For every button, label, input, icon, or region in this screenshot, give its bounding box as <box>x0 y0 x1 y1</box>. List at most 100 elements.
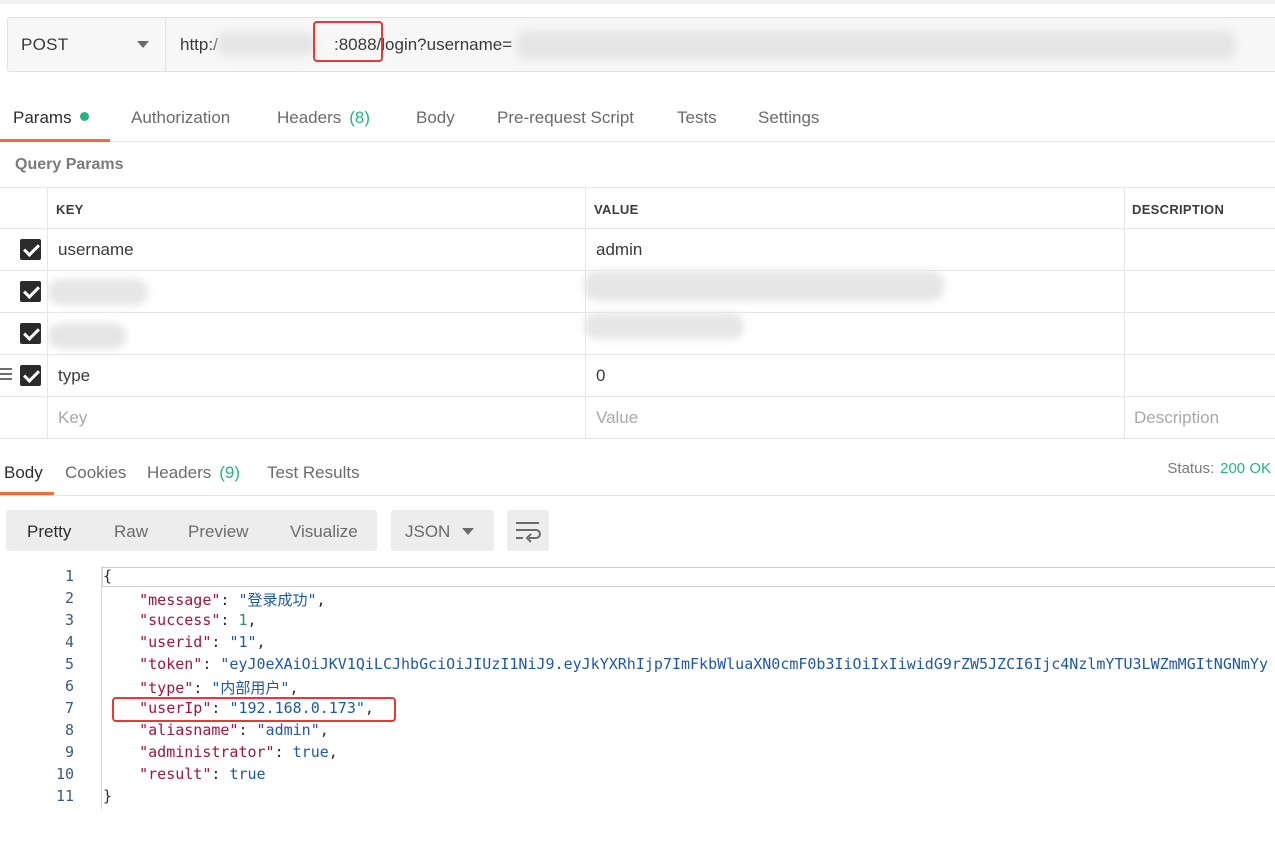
redacted-value <box>584 313 744 339</box>
row-checkbox[interactable] <box>20 281 41 302</box>
line-number: 11 <box>55 787 74 805</box>
table-row <box>0 313 1275 355</box>
code-line: "userid": "1", <box>139 633 266 651</box>
method-select[interactable]: POST <box>8 18 166 71</box>
wrap-lines-icon <box>516 522 541 543</box>
line-number: 4 <box>64 633 74 651</box>
view-pretty[interactable]: Pretty <box>27 522 71 542</box>
response-tabs: Body Cookies Headers (9) Test Results <box>0 448 1275 496</box>
code-line: "message": "登录成功", <box>139 591 326 609</box>
json-value: "eyJ0eXAiOiJKV1QiLCJhbGciOiJIUzI1NiJ9.ey… <box>220 655 1268 673</box>
param-value[interactable]: admin <box>596 240 642 260</box>
request-bar: POST http:/ :8088/login?username= <box>7 17 1275 72</box>
view-mode-group: Pretty Raw Preview Visualize <box>6 510 377 551</box>
code-line: "type": "内部用户", <box>139 679 299 697</box>
line-number: 8 <box>64 721 74 739</box>
url-prefix: http:/ <box>180 35 218 54</box>
chevron-down-icon <box>137 41 149 48</box>
line-number: 3 <box>64 611 74 629</box>
view-raw[interactable]: Raw <box>114 522 148 542</box>
active-dot-icon <box>79 112 89 121</box>
redacted-key <box>48 279 148 305</box>
top-divider <box>0 0 1275 4</box>
port-highlight <box>313 21 383 62</box>
line-number: 9 <box>64 743 74 761</box>
json-value: "1" <box>229 633 257 651</box>
header-key: KEY <box>56 202 84 217</box>
redacted-host <box>216 32 316 56</box>
tab-pre-request-script[interactable]: Pre-request Script <box>497 108 634 128</box>
line-number: 10 <box>55 765 74 783</box>
request-tabs: Params Authorization Headers (8) Body Pre… <box>0 96 1275 142</box>
param-key[interactable]: type <box>58 366 90 386</box>
value-placeholder[interactable]: Value <box>596 408 638 428</box>
column-divider <box>47 187 48 439</box>
code-gutter-divider <box>101 566 102 809</box>
description-placeholder[interactable]: Description <box>1134 408 1219 428</box>
column-divider <box>1124 187 1125 439</box>
tab-cookies[interactable]: Cookies <box>65 463 126 483</box>
chevron-down-icon <box>462 528 474 535</box>
json-key: "userid" <box>139 633 212 651</box>
code-line: "result": true <box>139 765 266 783</box>
new-param-row: Key Value Description <box>0 397 1275 439</box>
row-checkbox[interactable] <box>20 239 41 260</box>
code-line: } <box>103 787 113 805</box>
json-value: true <box>229 765 266 783</box>
tab-params[interactable]: Params <box>13 108 89 128</box>
json-key: "success" <box>139 611 221 629</box>
tab-headers[interactable]: Headers (8) <box>277 108 370 128</box>
active-tab-indicator <box>0 139 110 142</box>
format-label: JSON <box>405 522 451 541</box>
status-badge: Status: 200 OK <box>1167 460 1271 477</box>
code-line: "token": "eyJ0eXAiOiJKV1QiLCJhbGciOiJIUz… <box>139 655 1268 673</box>
row-checkbox[interactable] <box>20 365 41 386</box>
redacted-value <box>584 271 944 301</box>
query-params-title: Query Params <box>15 156 124 173</box>
current-line-highlight <box>102 567 1275 587</box>
header-value: VALUE <box>594 202 639 217</box>
line-number: 7 <box>64 699 74 717</box>
key-placeholder[interactable]: Key <box>58 408 87 428</box>
drag-handle-icon[interactable] <box>0 368 12 382</box>
json-value: "登录成功" <box>238 591 317 609</box>
param-value[interactable]: 0 <box>596 366 605 386</box>
tab-authorization[interactable]: Authorization <box>131 108 230 128</box>
code-line: "success": 1, <box>139 611 257 629</box>
code-line: { <box>103 567 113 585</box>
table-row: username admin <box>0 229 1275 271</box>
json-value: true <box>292 743 329 761</box>
redacted-query <box>516 30 1236 60</box>
code-line: "administrator": true, <box>139 743 338 761</box>
json-key: "administrator" <box>139 743 275 761</box>
view-preview[interactable]: Preview <box>188 522 248 542</box>
tab-body[interactable]: Body <box>416 108 455 128</box>
userip-highlight <box>112 697 396 722</box>
param-key[interactable]: username <box>58 240 134 260</box>
table-row: type 0 <box>0 355 1275 397</box>
json-key: "message" <box>139 591 221 609</box>
active-response-tab-indicator <box>0 492 54 495</box>
json-value: "admin" <box>256 721 320 739</box>
redacted-key <box>48 323 126 349</box>
table-row <box>0 271 1275 313</box>
json-value: 1 <box>238 611 248 629</box>
view-visualize[interactable]: Visualize <box>290 522 358 542</box>
code-line: "aliasname": "admin", <box>139 721 329 739</box>
method-label: POST <box>21 34 69 54</box>
tab-tests[interactable]: Tests <box>677 108 717 128</box>
format-select[interactable]: JSON <box>391 510 494 551</box>
tab-response-headers[interactable]: Headers (9) <box>147 463 240 483</box>
row-checkbox[interactable] <box>20 323 41 344</box>
wrap-lines-button[interactable] <box>507 510 549 551</box>
tab-settings[interactable]: Settings <box>758 108 819 128</box>
tab-response-body[interactable]: Body <box>4 463 43 483</box>
json-key: "aliasname" <box>139 721 239 739</box>
json-value: "内部用户" <box>211 679 290 697</box>
json-key: "type" <box>139 679 194 697</box>
tab-test-results[interactable]: Test Results <box>267 463 360 483</box>
header-description: DESCRIPTION <box>1132 202 1225 217</box>
json-key: "result" <box>139 765 212 783</box>
line-number: 5 <box>64 655 74 673</box>
column-divider <box>585 187 586 439</box>
